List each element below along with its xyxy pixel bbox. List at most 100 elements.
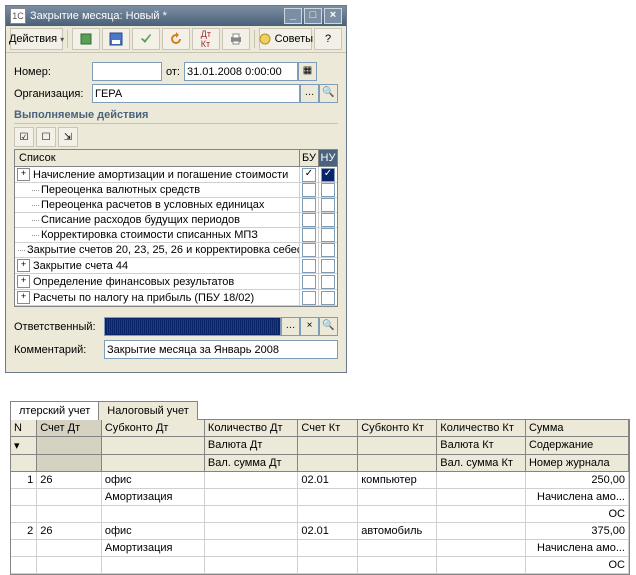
- org-open-icon[interactable]: 🔍: [319, 84, 338, 103]
- col-sum[interactable]: Сумма: [526, 420, 629, 437]
- nu-checkbox[interactable]: [321, 291, 335, 305]
- col-qty-dt[interactable]: Количество Дт: [205, 420, 298, 437]
- nu-checkbox[interactable]: [321, 213, 335, 227]
- org-label: Организация:: [14, 88, 92, 100]
- responsible-select-icon[interactable]: …: [281, 317, 300, 336]
- col-journal[interactable]: Номер журнала: [526, 455, 629, 472]
- nu-checkbox[interactable]: [321, 183, 335, 197]
- bu-checkbox[interactable]: [302, 198, 316, 212]
- col-qty-kt[interactable]: Количество Кт: [437, 420, 526, 437]
- col-sub-dt[interactable]: Субконто Дт: [102, 420, 205, 437]
- list-item[interactable]: ····Закрытие счетов 20, 23, 25, 26 и кор…: [15, 243, 337, 258]
- bu-checkbox[interactable]: [302, 259, 316, 273]
- list-toolbar: ☑ ☐ ⇲: [14, 127, 338, 147]
- help-icon[interactable]: ?: [314, 28, 342, 50]
- tree-toggle-icon[interactable]: +: [17, 291, 30, 304]
- comment-label: Комментарий:: [14, 344, 104, 356]
- list-item[interactable]: ····Списание расходов будущих периодов: [15, 213, 337, 228]
- table-row[interactable]: 226офис02.01автомобиль375,00: [11, 523, 629, 540]
- col-sub-kt[interactable]: Субконто Кт: [358, 420, 437, 437]
- list-item-label: Списание расходов будущих периодов: [41, 214, 240, 226]
- save-icon[interactable]: [102, 28, 130, 50]
- check-all-icon[interactable]: ☑: [14, 127, 34, 147]
- nu-checkbox[interactable]: [321, 259, 335, 273]
- org-select-icon[interactable]: …: [300, 84, 319, 103]
- list-item-label: Переоценка валютных средств: [41, 184, 200, 196]
- table-row[interactable]: АмортизацияНачислена амо...: [11, 540, 629, 557]
- refresh-icon[interactable]: [162, 28, 190, 50]
- table-row[interactable]: 126офис02.01компьютер250,00: [11, 472, 629, 489]
- tabs: лтерский учет Налоговый учет: [10, 400, 630, 419]
- actions-menu[interactable]: Действия: [10, 28, 63, 50]
- col-cursum-kt[interactable]: Вал. сумма Кт: [437, 455, 526, 472]
- section-title: Выполняемые действия: [14, 109, 338, 124]
- calendar-icon[interactable]: ▦: [298, 62, 317, 81]
- tree-toggle-icon[interactable]: +: [17, 275, 30, 288]
- bu-checkbox[interactable]: [302, 183, 316, 197]
- col-list[interactable]: Список: [15, 150, 300, 166]
- bu-checkbox[interactable]: [302, 275, 316, 289]
- form-body: Номер: от: ▦ Организация: … 🔍 Выполняемы…: [6, 53, 346, 372]
- post-icon[interactable]: [132, 28, 160, 50]
- responsible-open-icon[interactable]: 🔍: [319, 317, 338, 336]
- bu-checkbox[interactable]: [302, 228, 316, 242]
- list-item[interactable]: +Определение финансовых результатов: [15, 274, 337, 290]
- date-input[interactable]: [184, 62, 298, 81]
- list-item-label: Переоценка расчетов в условных единицах: [41, 199, 264, 211]
- col-n[interactable]: N: [11, 420, 37, 437]
- responsible-clear-icon[interactable]: ×: [300, 317, 319, 336]
- titlebar[interactable]: 1C Закрытие месяца: Новый * _ □ ×: [6, 6, 346, 26]
- col-n-sort[interactable]: ▾: [11, 437, 37, 455]
- table-row[interactable]: АмортизацияНачислена амо...: [11, 489, 629, 506]
- number-input[interactable]: [92, 62, 162, 81]
- col-cur-dt[interactable]: Валюта Дт: [205, 437, 298, 455]
- nu-checkbox[interactable]: [321, 275, 335, 289]
- tab-accounting[interactable]: лтерский учет: [10, 401, 99, 420]
- col-acct-dt[interactable]: Счет Дт: [37, 420, 102, 437]
- responsible-input[interactable]: [104, 317, 281, 336]
- col-bu[interactable]: БУ: [300, 150, 319, 166]
- table-row[interactable]: ОС: [11, 557, 629, 574]
- tree-toggle-icon[interactable]: +: [17, 168, 30, 181]
- list-item[interactable]: +Расчеты по налогу на прибыль (ПБУ 18/02…: [15, 290, 337, 306]
- add-icon[interactable]: [72, 28, 100, 50]
- entries-panel: лтерский учет Налоговый учет N Счет Дт С…: [10, 400, 630, 575]
- list-item[interactable]: ····Переоценка расчетов в условных едини…: [15, 198, 337, 213]
- bu-checkbox[interactable]: [302, 291, 316, 305]
- list-item[interactable]: +Закрытие счета 44: [15, 258, 337, 274]
- comment-input[interactable]: [104, 340, 338, 359]
- col-cursum-dt[interactable]: Вал. сумма Дт: [205, 455, 298, 472]
- nu-checkbox[interactable]: [321, 243, 335, 257]
- nu-checkbox[interactable]: ✓: [321, 168, 335, 182]
- col-content[interactable]: Содержание: [526, 437, 629, 455]
- expand-all-icon[interactable]: ⇲: [58, 127, 78, 147]
- minimize-button[interactable]: _: [284, 8, 302, 24]
- tree-toggle-icon[interactable]: +: [17, 259, 30, 272]
- toolbar: Действия ДтКт Советы ?: [6, 26, 346, 53]
- bu-checkbox[interactable]: ✓: [302, 168, 316, 182]
- number-label: Номер:: [14, 66, 92, 78]
- bu-checkbox[interactable]: [302, 243, 316, 257]
- actions-list: Список БУ НУ +Начисление амортизации и п…: [14, 149, 338, 307]
- org-input[interactable]: [92, 84, 300, 103]
- tab-tax[interactable]: Налоговый учет: [98, 401, 198, 420]
- col-acct-kt[interactable]: Счет Кт: [298, 420, 358, 437]
- print-icon[interactable]: [222, 28, 250, 50]
- nu-checkbox[interactable]: [321, 198, 335, 212]
- col-nu[interactable]: НУ: [319, 150, 337, 166]
- list-item-label: Начисление амортизации и погашение стоим…: [33, 169, 288, 181]
- col-cur-kt[interactable]: Валюта Кт: [437, 437, 526, 455]
- list-item[interactable]: +Начисление амортизации и погашение стои…: [15, 167, 337, 183]
- advice-button[interactable]: Советы: [259, 28, 312, 50]
- maximize-button[interactable]: □: [304, 8, 322, 24]
- nu-checkbox[interactable]: [321, 228, 335, 242]
- list-item[interactable]: ····Корректировка стоимости списанных МП…: [15, 228, 337, 243]
- list-item-label: Корректировка стоимости списанных МПЗ: [41, 229, 258, 241]
- entries-grid[interactable]: N Счет Дт Субконто Дт Количество Дт Счет…: [10, 419, 630, 575]
- bu-checkbox[interactable]: [302, 213, 316, 227]
- report-dt-icon[interactable]: ДтКт: [192, 28, 220, 50]
- table-row[interactable]: ОС: [11, 506, 629, 523]
- close-button[interactable]: ×: [324, 8, 342, 24]
- list-item[interactable]: ····Переоценка валютных средств: [15, 183, 337, 198]
- uncheck-all-icon[interactable]: ☐: [36, 127, 56, 147]
